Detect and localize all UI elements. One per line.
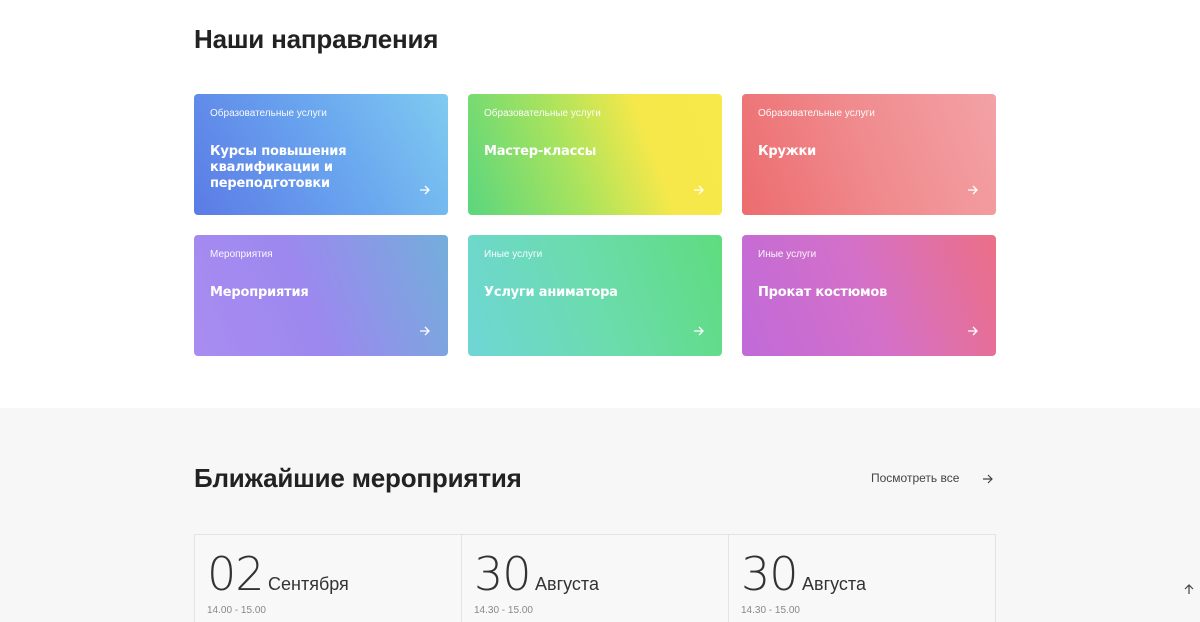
event-time: 14.30 - 15.00 [741,605,800,616]
event-card[interactable]: 02 Сентября 14.00 - 15.00 [194,534,462,622]
event-time: 14.30 - 15.00 [474,605,533,616]
arrow-right-icon [420,185,430,195]
card-category: Образовательные услуги [210,108,327,119]
card-title: Кружки [758,144,817,159]
card-category: Образовательные услуги [758,108,875,119]
direction-card-events[interactable]: Мероприятия Мероприятия [194,235,448,356]
see-all-link[interactable]: Посмотреть все [871,471,959,485]
card-title: Курсы повышения квалификации и переподго… [210,144,347,191]
arrow-right-icon [694,185,704,195]
event-time: 14.00 - 15.00 [207,605,266,616]
arrow-up-icon[interactable] [1182,582,1196,596]
direction-card-masterclasses[interactable]: Образовательные услуги Мастер-классы [468,94,722,215]
arrow-right-icon[interactable] [981,472,995,486]
arrow-right-icon [968,185,978,195]
card-title: Услуги аниматора [484,285,618,300]
directions-section: Наши направления Образовательные услуги … [0,0,1200,408]
arrow-right-icon [694,326,704,336]
events-title: Ближайшие мероприятия [194,463,522,493]
event-month: Августа [802,574,866,594]
event-month: Сентября [268,574,349,594]
event-day: 30 [741,547,799,601]
card-title: Прокат костюмов [758,285,888,300]
direction-card-courses[interactable]: Образовательные услуги Курсы повышения к… [194,94,448,215]
direction-card-costumes[interactable]: Иные услуги Прокат костюмов [742,235,996,356]
events-section: Ближайшие мероприятия Посмотреть все 02 … [0,408,1200,622]
card-category: Образовательные услуги [484,108,601,119]
direction-card-animators[interactable]: Иные услуги Услуги аниматора [468,235,722,356]
card-category: Иные услуги [484,249,543,260]
card-title: Мастер-классы [484,144,597,159]
card-category: Иные услуги [758,249,817,260]
event-card[interactable]: 30 Августа 14.30 - 15.00 [728,534,996,622]
direction-card-clubs[interactable]: Образовательные услуги Кружки [742,94,996,215]
arrow-right-icon [968,326,978,336]
event-card[interactable]: 30 Августа 14.30 - 15.00 [461,534,729,622]
event-day: 30 [474,547,532,601]
arrow-right-icon [420,326,430,336]
event-month: Августа [535,574,599,594]
card-title: Мероприятия [210,285,309,300]
directions-title: Наши направления [194,24,439,54]
event-day: 02 [207,547,265,601]
card-category: Мероприятия [210,249,273,260]
